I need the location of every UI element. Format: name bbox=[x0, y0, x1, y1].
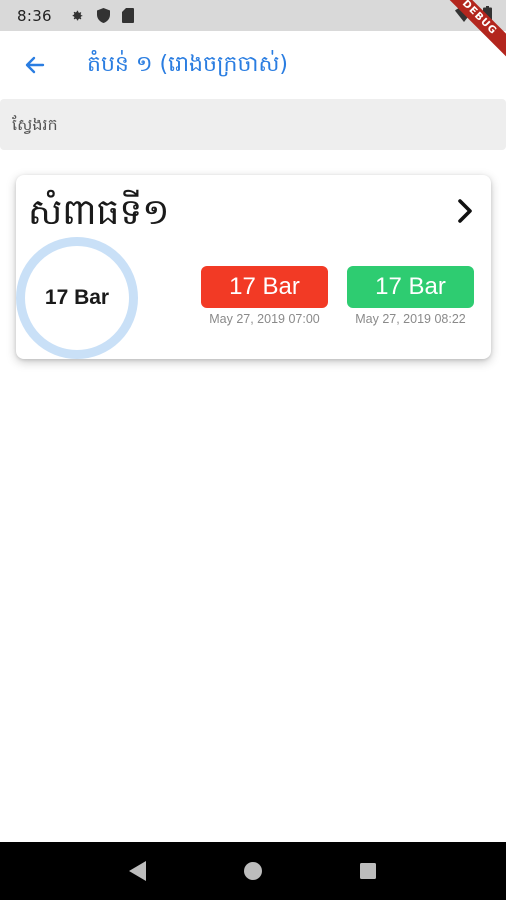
pressure-gauge: 17 Bar bbox=[16, 237, 138, 359]
card-open-button[interactable] bbox=[453, 197, 477, 225]
page-title: តំបន់ ១ (រោងចក្រចាស់) bbox=[87, 52, 288, 77]
reading-badge-green: 17 Bar bbox=[347, 266, 474, 308]
back-triangle-icon bbox=[128, 861, 146, 881]
nav-recents-button[interactable] bbox=[348, 851, 388, 891]
reading-timestamp: May 27, 2019 08:22 bbox=[355, 312, 466, 326]
nav-home-button[interactable] bbox=[233, 851, 273, 891]
arrow-left-icon bbox=[25, 56, 45, 74]
search-input[interactable] bbox=[12, 99, 506, 150]
home-circle-icon bbox=[243, 862, 262, 880]
reading-item: 17 Bar May 27, 2019 07:00 bbox=[201, 266, 328, 326]
chevron-right-icon bbox=[458, 199, 472, 223]
reading-timestamp: May 27, 2019 07:00 bbox=[209, 312, 320, 326]
gear-icon bbox=[70, 8, 85, 23]
sensor-card[interactable]: សំពាធទី១ 17 Bar 17 Bar May 27, 2019 07:0… bbox=[16, 175, 491, 359]
card-title: សំពាធទី១ bbox=[28, 192, 170, 233]
nav-back-button[interactable] bbox=[118, 851, 158, 891]
back-button[interactable] bbox=[18, 51, 52, 79]
gauge-value: 17 Bar bbox=[44, 286, 110, 309]
status-time: 8:36 bbox=[17, 6, 52, 25]
reading-item: 17 Bar May 27, 2019 08:22 bbox=[347, 266, 474, 326]
shield-icon bbox=[96, 8, 110, 23]
reading-badge-red: 17 Bar bbox=[201, 266, 328, 308]
search-bar bbox=[0, 99, 506, 150]
app-bar: តំបន់ ១ (រោងចក្រចាស់) bbox=[0, 31, 506, 99]
recents-square-icon bbox=[360, 863, 377, 879]
status-bar: 8:36 bbox=[0, 0, 506, 31]
system-nav-bar bbox=[0, 842, 506, 900]
sim-card-icon bbox=[121, 8, 134, 23]
